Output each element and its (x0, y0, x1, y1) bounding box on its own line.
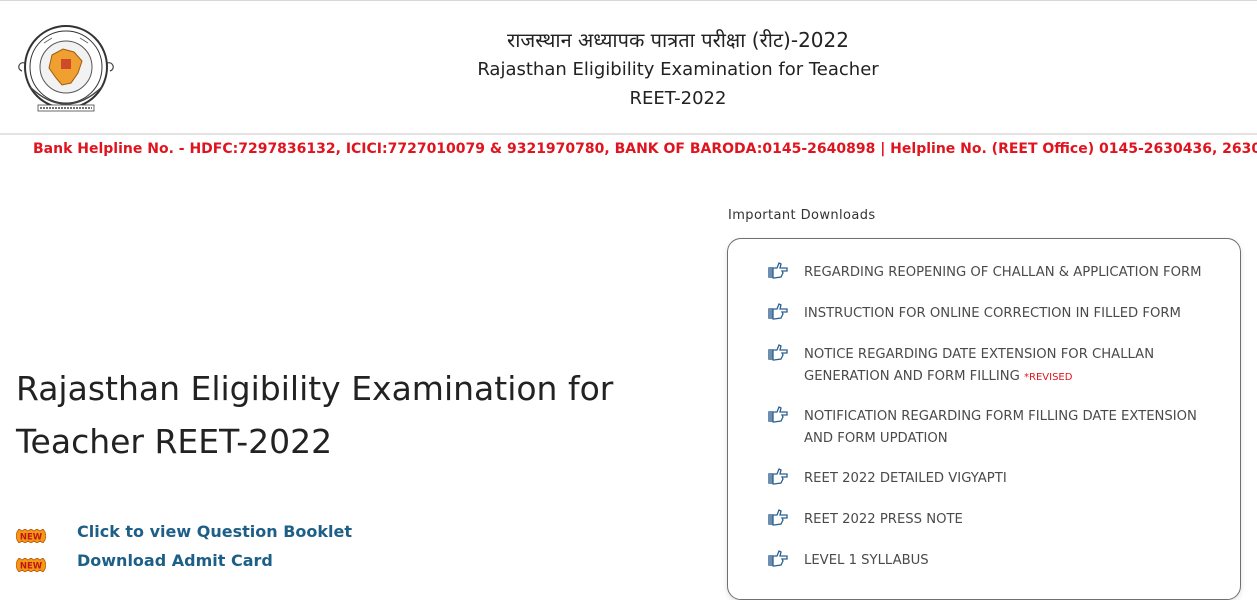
header-title-block: राजस्थान अध्यापक पात्रता परीक्षा (रीट)-2… (300, 25, 1056, 113)
pointing-hand-icon (768, 303, 788, 320)
question-booklet-link-row[interactable]: NEW Click to view Question Booklet (16, 522, 416, 546)
download-item-text[interactable]: NOTICE REGARDING DATE EXTENSION FOR CHAL… (804, 344, 1204, 388)
header-title-short: REET-2022 (629, 88, 727, 109)
download-item-label[interactable]: LEVEL 1 SYLLABUS (804, 550, 1204, 572)
pointing-hand-icon (768, 550, 788, 567)
board-seal-logo-icon[interactable] (16, 23, 116, 116)
revised-tag: *REVISED (1024, 371, 1073, 383)
pointing-hand-icon (768, 406, 788, 423)
admit-card-link-row[interactable]: NEW Download Admit Card (16, 551, 416, 575)
header-divider (0, 133, 1257, 135)
header-title-english: Rajasthan Eligibility Examination for Te… (477, 59, 879, 80)
header-title-hindi: राजस्थान अध्यापक पात्रता परीक्षा (रीट)-2… (507, 28, 849, 52)
new-badge-label: NEW (20, 562, 43, 572)
download-item-label[interactable]: REET 2022 PRESS NOTE (804, 509, 1204, 531)
download-item-label[interactable]: NOTIFICATION REGARDING FORM FILLING DATE… (804, 406, 1204, 449)
new-badge-label: NEW (20, 533, 43, 543)
download-item-label[interactable]: REGARDING REOPENING OF CHALLAN & APPLICA… (804, 262, 1204, 284)
new-badge-icon: NEW (16, 529, 46, 543)
download-item-label[interactable]: REET 2022 DETAILED VIGYAPTI (804, 468, 1204, 490)
pointing-hand-icon (768, 344, 788, 361)
new-badge-icon: NEW (16, 558, 46, 572)
admit-card-link[interactable]: Download Admit Card (77, 551, 273, 570)
pointing-hand-icon (768, 262, 788, 279)
download-item-label[interactable]: NOTICE REGARDING DATE EXTENSION FOR CHAL… (804, 347, 1154, 384)
pointing-hand-icon (768, 468, 788, 485)
download-item-label[interactable]: INSTRUCTION FOR ONLINE CORRECTION IN FIL… (804, 303, 1204, 325)
important-downloads-panel[interactable]: REGARDING REOPENING OF CHALLAN & APPLICA… (727, 238, 1241, 600)
question-booklet-link[interactable]: Click to view Question Booklet (77, 522, 352, 541)
helpline-ticker: Bank Helpline No. - HDFC:7297836132, ICI… (0, 138, 1257, 162)
important-downloads-heading: Important Downloads (728, 208, 876, 223)
page-title: Rajasthan Eligibility Examination for Te… (16, 369, 614, 461)
helpline-ticker-text: Bank Helpline No. - HDFC:7297836132, ICI… (33, 141, 1257, 157)
pointing-hand-icon (768, 509, 788, 526)
site-header: राजस्थान अध्यापक पात्रता परीक्षा (रीट)-2… (0, 1, 1257, 133)
